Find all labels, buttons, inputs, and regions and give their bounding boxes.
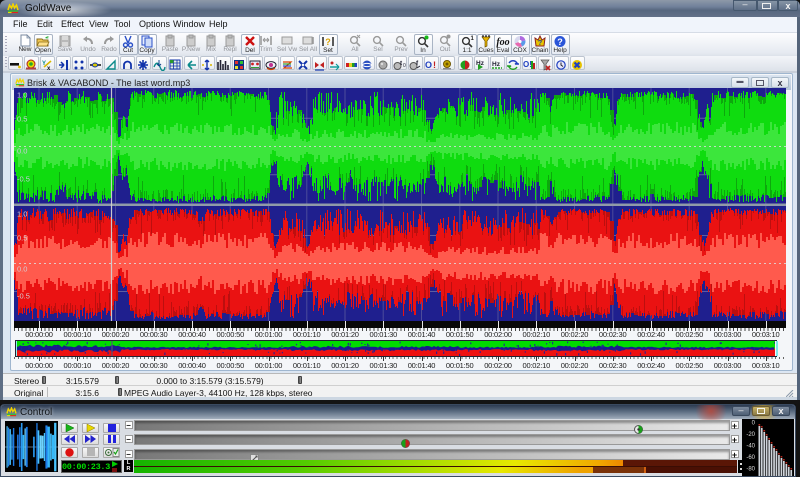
svg-text:?: ? (557, 37, 563, 47)
svg-text:f: f (416, 60, 419, 67)
svg-text:?: ? (325, 37, 331, 47)
svg-text:O!: O! (523, 60, 532, 69)
svg-text:-40: -40 (746, 444, 755, 450)
svg-text:-0.5: -0.5 (17, 292, 30, 301)
svg-text:0.5: 0.5 (17, 234, 27, 243)
svg-text:!: ! (433, 60, 436, 70)
svg-text:x: x (47, 66, 51, 71)
svg-text:-20: -20 (746, 432, 755, 438)
svg-text:0: 0 (752, 421, 756, 427)
svg-text:0.5: 0.5 (17, 115, 27, 124)
svg-text:-80: -80 (746, 467, 755, 473)
svg-text:0: 0 (403, 63, 406, 69)
svg-text:?: ? (538, 40, 542, 47)
svg-text:Hz: Hz (492, 61, 501, 68)
svg-text:0.0: 0.0 (17, 147, 27, 156)
svg-text:-0.5: -0.5 (17, 175, 30, 184)
svg-text:1: 1 (471, 36, 475, 42)
svg-text:1.0: 1.0 (17, 91, 27, 100)
svg-text:O: O (425, 60, 432, 70)
svg-text:0.0: 0.0 (17, 265, 27, 274)
svg-text:-60: -60 (746, 455, 755, 461)
svg-text:1.0: 1.0 (17, 210, 27, 219)
